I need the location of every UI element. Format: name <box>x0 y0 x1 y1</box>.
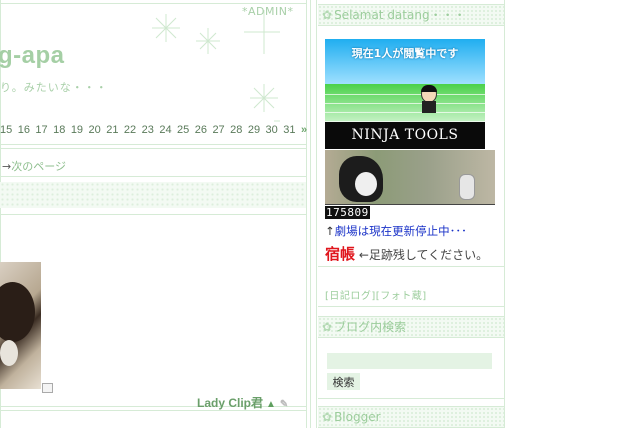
post-photo[interactable] <box>0 262 41 389</box>
welcome-header-text: Selamat datang・・・ <box>334 8 466 22</box>
post-author-link[interactable]: Lady Clip君 <box>197 396 263 410</box>
sidebar-divider <box>316 0 317 428</box>
section-band <box>0 182 306 208</box>
blog-title[interactable]: g-apa <box>0 42 65 70</box>
guestbook: 宿帳 ←足跡残してください。 <box>325 243 488 264</box>
blogger-header-text: Blogger <box>334 410 381 424</box>
pin-icon[interactable]: ✎ <box>280 399 288 410</box>
calendar-day[interactable]: 15 <box>0 124 12 136</box>
sparkle-icon <box>250 84 278 112</box>
theater-photo[interactable] <box>325 150 495 205</box>
calendar-day[interactable]: 21 <box>106 124 118 136</box>
calendar-day[interactable]: 18 <box>53 124 65 136</box>
resize-icon[interactable] <box>42 383 53 393</box>
search-input[interactable] <box>327 353 492 369</box>
theater-link[interactable]: 劇場は現在更新停止中･･･ <box>335 224 467 238</box>
up-arrow-icon: ↑ <box>325 224 335 238</box>
calendar-day[interactable]: 17 <box>35 124 47 136</box>
calendar-day[interactable]: 30 <box>266 124 278 136</box>
search-header: ✿ ブログ内検索 <box>318 316 504 338</box>
flower-icon: ✿ <box>322 8 333 22</box>
ninja-caption: 現在1人が閲覧中です <box>351 47 459 60</box>
divider <box>310 0 311 428</box>
calendar-day[interactable]: 24 <box>159 124 171 136</box>
divider <box>318 266 504 267</box>
ninja-tools-banner[interactable]: 現在1人が閲覧中です NINJA TOOLS <box>325 39 485 149</box>
ninja-body-icon <box>422 101 436 113</box>
ninja-brand: NINJA TOOLS <box>325 122 485 149</box>
divider <box>0 176 306 177</box>
calendar-day[interactable]: 22 <box>124 124 136 136</box>
guestbook-text: ←足跡残してください。 <box>358 248 489 262</box>
photo-shoe-shape <box>459 174 475 200</box>
calendar-day[interactable]: 31 <box>283 124 295 136</box>
divider <box>0 214 306 215</box>
search-header-text: ブログ内検索 <box>334 320 407 334</box>
post-footer: Lady Clip君 ▲ ✎ <box>197 394 288 411</box>
divider <box>0 3 306 4</box>
calendar-day[interactable]: 19 <box>71 124 83 136</box>
search-button[interactable]: 検索 <box>327 373 360 390</box>
divider <box>0 148 306 149</box>
theater-notice: ↑劇場は現在更新停止中･･･ <box>325 223 467 239</box>
blog-description: り。みたいな・・・ <box>0 81 108 94</box>
calendar-day[interactable]: 20 <box>89 124 101 136</box>
calendar-day[interactable]: 16 <box>18 124 30 136</box>
calendar-next-icon[interactable]: » <box>301 124 307 136</box>
sparkle-icon <box>152 14 180 42</box>
pager: →次のページ <box>2 158 66 174</box>
photo-dog-white-shape <box>355 172 377 196</box>
calendar-day[interactable]: 26 <box>195 124 207 136</box>
sparkle-decoration <box>152 10 280 122</box>
photo-paw-shape <box>0 340 18 366</box>
access-counter: 175809 <box>325 206 370 219</box>
calendar-day[interactable]: 29 <box>248 124 260 136</box>
divider <box>318 306 504 307</box>
banner-lines <box>325 94 485 122</box>
calendar-day[interactable]: 27 <box>212 124 224 136</box>
sparkle-icon <box>196 28 220 54</box>
divider <box>306 0 307 428</box>
flower-icon: ✿ <box>322 320 333 334</box>
next-page-link[interactable]: 次のページ <box>11 160 66 173</box>
calendar-days: 15 16 17 18 19 20 21 22 23 24 25 26 27 2… <box>0 124 309 136</box>
calendar-day[interactable]: 25 <box>177 124 189 136</box>
next-page-arrow-icon: → <box>2 160 12 173</box>
divider <box>318 398 504 399</box>
calendar-day[interactable]: 23 <box>142 124 154 136</box>
guestbook-link[interactable]: 宿帳 <box>325 245 355 263</box>
sidebar-divider <box>504 0 505 428</box>
welcome-header: ✿ Selamat datang・・・ <box>318 4 504 26</box>
up-arrow-icon[interactable]: ▲ <box>266 399 276 410</box>
blogger-header: ✿ Blogger <box>318 406 504 428</box>
flower-icon: ✿ <box>322 410 333 424</box>
divider <box>0 144 306 145</box>
calendar-day[interactable]: 28 <box>230 124 242 136</box>
photo-dog-shape <box>0 282 35 342</box>
admin-link[interactable]: *ADMIN* <box>242 5 293 18</box>
log-links[interactable]: [日記ログ][フォト蔵] <box>325 287 427 302</box>
